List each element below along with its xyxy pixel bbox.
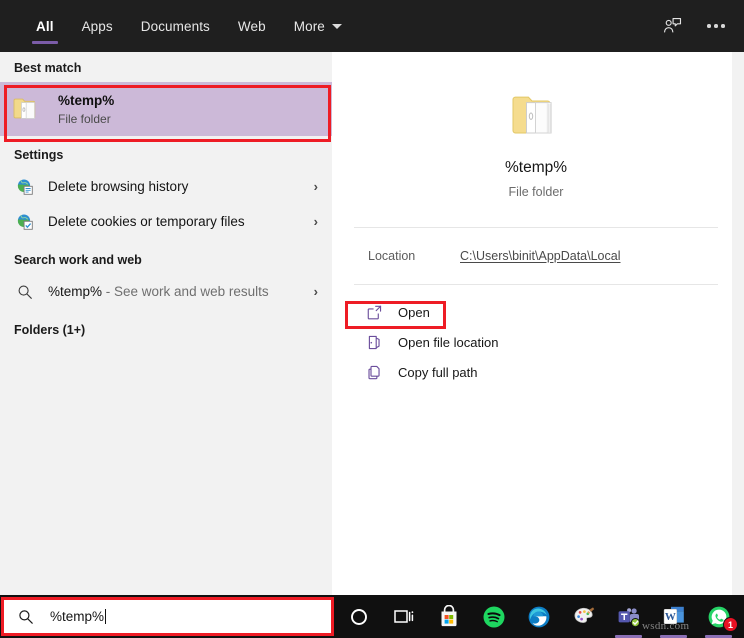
search-header: All Apps Documents Web More — [0, 0, 744, 52]
folder-icon — [12, 96, 42, 122]
taskbar-search-box[interactable]: %temp% — [4, 600, 331, 633]
search-results-panel: Best match %temp% File folder Settings — [0, 52, 332, 595]
whatsapp-unread-badge: 1 — [723, 617, 738, 632]
taskbar-item-whatsapp[interactable]: 1 — [696, 595, 741, 638]
settings-item-delete-cookies-or-temporary-files[interactable]: Delete cookies or temporary files › — [0, 204, 332, 239]
edge-icon — [527, 605, 551, 629]
internet-options-icon — [14, 178, 36, 196]
open-folder-icon — [362, 334, 386, 351]
spotify-icon — [482, 605, 506, 629]
search-flyout-screen: All Apps Documents Web More — [0, 0, 744, 638]
preview-subtitle: File folder — [509, 185, 564, 199]
action-copy-full-path-label: Copy full path — [398, 365, 478, 380]
tab-more[interactable]: More — [280, 0, 356, 52]
location-path-link[interactable]: C:\Users\binit\AppData\Local — [460, 249, 621, 263]
settings-item-delete-browsing-history[interactable]: Delete browsing history › — [0, 169, 332, 204]
settings-item-label: Delete cookies or temporary files — [48, 214, 314, 229]
store-icon — [438, 605, 460, 628]
web-search-suffix: - See work and web results — [102, 284, 269, 299]
tab-documents[interactable]: Documents — [127, 0, 224, 52]
tab-apps[interactable]: Apps — [68, 0, 127, 52]
watermark-text: wsdn.com — [642, 620, 689, 632]
action-open-file-location-label: Open file location — [398, 335, 498, 350]
preview-title: %temp% — [505, 157, 567, 179]
search-icon — [18, 609, 34, 625]
action-open-file-location[interactable]: Open file location — [354, 327, 732, 357]
web-search-query: %temp% — [48, 284, 102, 299]
section-settings-label: Settings — [0, 136, 332, 169]
chevron-right-icon: › — [314, 284, 318, 299]
action-open[interactable]: Open — [354, 297, 732, 327]
taskbar-item-microsoft-edge[interactable] — [516, 595, 561, 638]
panel-edge-strip — [732, 52, 744, 595]
tab-more-label: More — [294, 19, 325, 34]
best-match-title: %temp% — [58, 92, 114, 109]
section-folders-label: Folders (1+) — [0, 309, 332, 344]
best-match-result-row[interactable]: %temp% File folder — [0, 82, 332, 136]
chevron-down-icon — [332, 24, 342, 29]
search-input-value: %temp% — [50, 609, 104, 624]
taskbar-item-task-view[interactable] — [381, 595, 426, 638]
task-view-icon — [393, 607, 415, 626]
internet-options-icon — [14, 213, 36, 231]
location-label: Location — [354, 249, 460, 263]
section-search-work-and-web-label: Search work and web — [0, 239, 332, 274]
tab-apps-label: Apps — [82, 19, 113, 34]
tab-all[interactable]: All — [22, 0, 68, 52]
tab-web-label: Web — [238, 19, 266, 34]
taskbar-item-cortana[interactable] — [336, 595, 381, 638]
location-row: Location C:\Users\binit\AppData\Local — [340, 228, 732, 284]
cortana-circle-icon — [349, 607, 369, 627]
best-match-subtitle: File folder — [58, 111, 114, 127]
preview-panel: %temp% File folder Location C:\Users\bin… — [340, 52, 732, 595]
web-search-suggestion-row[interactable]: %temp% - See work and web results › — [0, 274, 332, 309]
ellipsis-icon — [707, 24, 725, 28]
chevron-right-icon: › — [314, 214, 318, 229]
open-external-icon — [362, 304, 386, 321]
tab-documents-label: Documents — [141, 19, 210, 34]
copy-icon — [362, 364, 386, 381]
text-cursor — [105, 609, 106, 624]
feedback-person-icon — [663, 17, 682, 36]
tab-web[interactable]: Web — [224, 0, 280, 52]
search-icon — [14, 284, 36, 300]
tab-all-label: All — [36, 19, 54, 34]
paint-icon — [572, 605, 596, 629]
settings-item-label: Delete browsing history — [48, 179, 314, 194]
preview-hero: %temp% File folder — [340, 52, 732, 227]
tab-active-indicator — [32, 41, 58, 44]
folder-icon — [509, 91, 563, 141]
action-open-label: Open — [398, 305, 430, 320]
search-filter-tabs: All Apps Documents Web More — [22, 0, 356, 52]
more-options-button[interactable] — [696, 8, 736, 44]
action-copy-full-path[interactable]: Copy full path — [354, 357, 732, 387]
taskbar-item-paint[interactable] — [561, 595, 606, 638]
feedback-button[interactable] — [652, 8, 692, 44]
teams-icon — [617, 606, 641, 628]
taskbar-item-spotify[interactable] — [471, 595, 516, 638]
taskbar-item-microsoft-store[interactable] — [426, 595, 471, 638]
chevron-right-icon: › — [314, 179, 318, 194]
section-best-match-label: Best match — [0, 52, 332, 82]
action-list: Open Open file location — [340, 285, 732, 387]
header-actions — [652, 0, 736, 52]
